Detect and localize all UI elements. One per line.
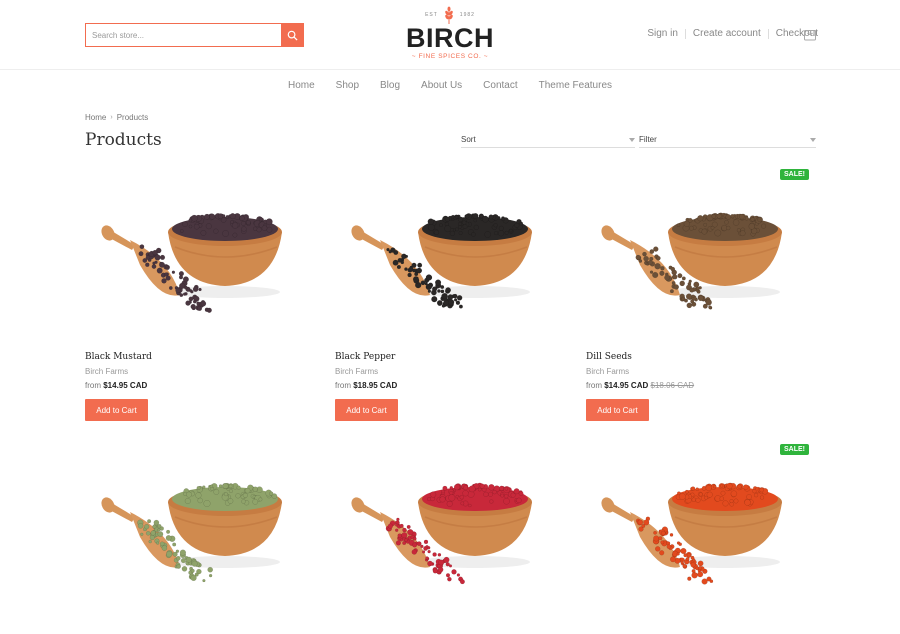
price-current: $14.95 CAD — [604, 381, 649, 390]
breadcrumb: Home › Products — [85, 113, 148, 122]
nav-shop[interactable]: Shop — [336, 80, 359, 91]
divider — [684, 28, 686, 39]
product-image[interactable] — [85, 168, 317, 338]
account-links: Sign in Create account Checkout — [647, 28, 818, 39]
product-image[interactable] — [586, 168, 818, 338]
cart-icon[interactable] — [803, 27, 817, 41]
site-header: EST 1982 BIRCH ~ FINE SPICES CO. ~ Sign … — [0, 0, 900, 70]
product-image[interactable] — [335, 168, 567, 338]
price-compare: $18.06 CAD — [650, 381, 695, 390]
product-vendor: Birch Farms — [335, 367, 379, 376]
search-icon — [287, 30, 298, 41]
chevron-down-icon — [810, 137, 816, 142]
sort-select[interactable]: Sort — [461, 132, 635, 148]
main-nav: Home Shop Blog About Us Contact Theme Fe… — [0, 80, 900, 91]
product-price: from $14.95 CAD $18.06 CAD — [586, 381, 694, 390]
sale-badge: SALE! — [780, 169, 809, 180]
breadcrumb-current: Products — [116, 113, 149, 122]
page-title: Products — [85, 130, 162, 150]
search-form — [85, 23, 304, 47]
price-prefix: from — [335, 381, 351, 390]
product-name[interactable]: Black Pepper — [335, 352, 395, 362]
logo-tagline: ~ FINE SPICES CO. ~ — [411, 53, 489, 60]
search-input[interactable] — [85, 23, 281, 47]
nav-about-us[interactable]: About Us — [421, 80, 462, 91]
price-current: $14.95 CAD — [103, 381, 148, 390]
product-vendor: Birch Farms — [85, 367, 129, 376]
logo-est-right: 1982 — [459, 12, 475, 18]
logo-est-left: EST — [425, 12, 438, 18]
product-image[interactable] — [586, 443, 818, 613]
product-image[interactable] — [335, 443, 567, 613]
filter-label: Filter — [639, 135, 657, 144]
wheat-icon — [445, 6, 453, 24]
search-button[interactable] — [281, 23, 304, 47]
chevron-down-icon — [629, 137, 635, 142]
product-image[interactable] — [85, 443, 317, 613]
sale-badge: SALE! — [780, 444, 809, 455]
product-price: from $18.95 CAD — [335, 381, 397, 390]
add-to-cart-button[interactable]: Add to Cart — [586, 399, 649, 421]
product-name[interactable]: Dill Seeds — [586, 352, 632, 362]
add-to-cart-button[interactable]: Add to Cart — [335, 399, 398, 421]
filter-select[interactable]: Filter — [639, 132, 816, 148]
add-to-cart-button[interactable]: Add to Cart — [85, 399, 148, 421]
nav-theme-features[interactable]: Theme Features — [539, 80, 612, 91]
nav-contact[interactable]: Contact — [483, 80, 517, 91]
product-name[interactable]: Black Mustard — [85, 352, 152, 362]
create-account-link[interactable]: Create account — [693, 28, 761, 39]
chevron-right-icon: › — [110, 114, 113, 121]
price-prefix: from — [85, 381, 101, 390]
price-current: $18.95 CAD — [353, 381, 398, 390]
product-price: from $14.95 CAD — [85, 381, 147, 390]
breadcrumb-home[interactable]: Home — [85, 113, 106, 122]
nav-home[interactable]: Home — [288, 80, 315, 91]
nav-blog[interactable]: Blog — [380, 80, 400, 91]
sign-in-link[interactable]: Sign in — [647, 28, 678, 39]
sort-label: Sort — [461, 135, 476, 144]
site-logo[interactable]: EST 1982 BIRCH ~ FINE SPICES CO. ~ — [400, 5, 500, 67]
product-vendor: Birch Farms — [586, 367, 630, 376]
divider — [767, 28, 769, 39]
logo-name: BIRCH — [406, 23, 494, 53]
price-prefix: from — [586, 381, 602, 390]
